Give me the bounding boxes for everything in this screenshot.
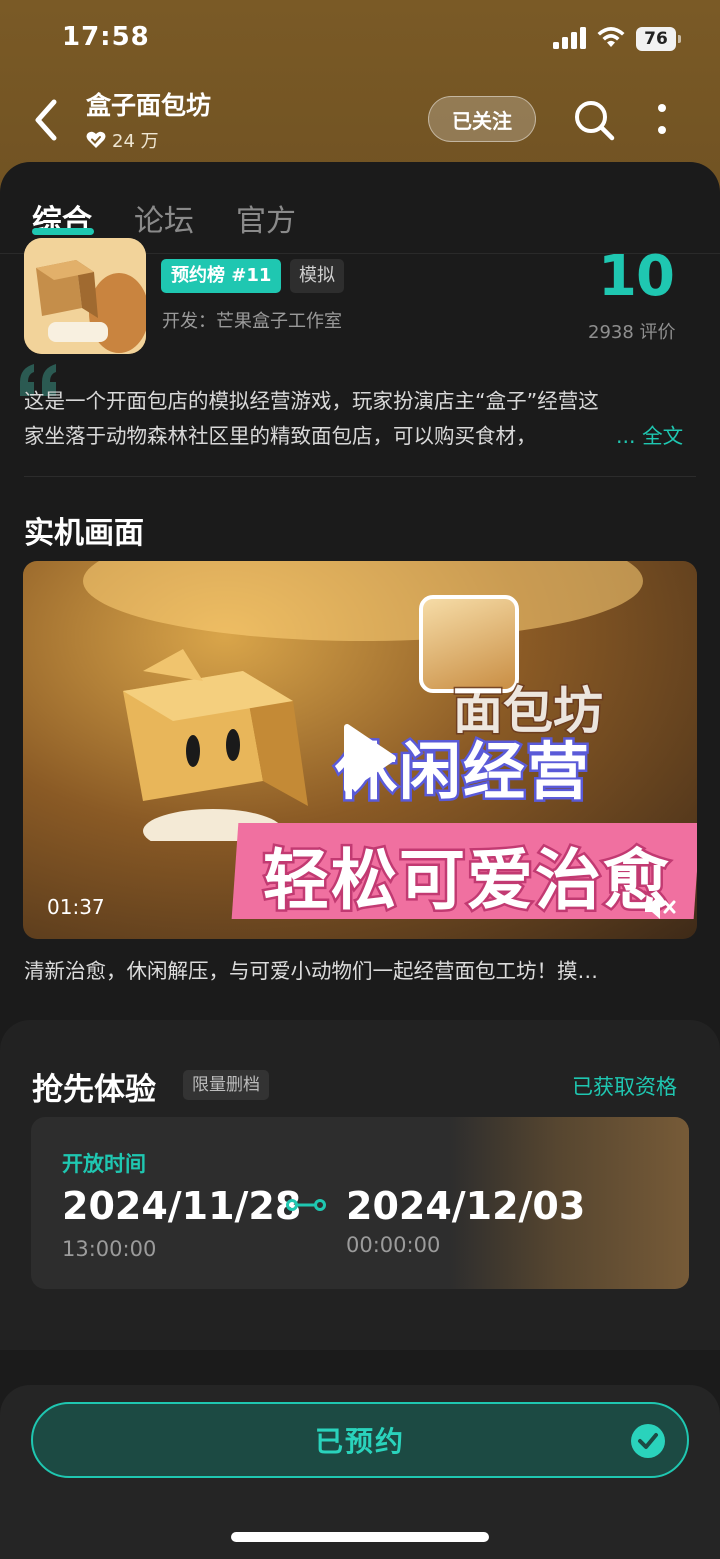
follow-button[interactable]: 已关注 [428, 96, 536, 142]
ranking-badge[interactable]: 预约榜 #11 [161, 259, 282, 293]
divider [24, 476, 696, 477]
search-icon[interactable] [572, 98, 616, 142]
date-range-icon [286, 1199, 326, 1211]
follower-count-value: 24 万 [112, 131, 159, 152]
video-tagline-text: 轻松可爱治愈 [261, 840, 672, 922]
early-access-tag: 限量删档 [183, 1070, 269, 1100]
end-time: 00:00:00 [346, 1233, 441, 1257]
rating-score: 10 [598, 244, 675, 309]
play-icon[interactable] [341, 723, 397, 793]
status-bar: 17:58 76 [0, 0, 720, 80]
box-character-icon [24, 238, 146, 354]
review-count[interactable]: 2938 评价 [588, 318, 676, 344]
reserved-button-label: 已预约 [314, 1425, 405, 1458]
video-duration: 01:37 [47, 895, 105, 919]
more-options-icon[interactable] [650, 98, 674, 142]
start-time: 13:00:00 [62, 1237, 157, 1261]
tab-official[interactable]: 官方 [236, 196, 296, 240]
battery-tip [678, 35, 681, 43]
open-time-label: 开放时间 [62, 1152, 146, 1176]
game-description: 这是一个开面包店的模拟经营游戏，玩家扮演店主“盒子”经营这 [24, 389, 599, 413]
gameplay-video[interactable]: 面包坊 休闲经营 轻松可爱治愈 01:37 [23, 561, 697, 939]
status-time: 17:58 [62, 22, 150, 52]
home-indicator[interactable] [231, 1532, 489, 1542]
end-date: 2024/12/03 [346, 1184, 586, 1228]
read-more-link[interactable]: ... 全文 [616, 419, 683, 454]
screenshots-section-title: 实机画面 [24, 516, 144, 551]
heart-check-icon [86, 131, 106, 148]
back-arrow-icon[interactable] [28, 96, 64, 144]
battery-level: 76 [636, 27, 676, 51]
eligibility-status[interactable]: 已获取资格 [572, 1071, 677, 1101]
check-circle-icon [631, 1424, 665, 1458]
video-lamp-glow [83, 561, 643, 641]
reserved-button[interactable]: 已预约 [31, 1402, 689, 1478]
tab-active-indicator [32, 228, 94, 235]
tab-forum[interactable]: 论坛 [134, 196, 194, 240]
game-description-continued: 家坐落于动物森林社区里的精致面包店，可以购买食材， [24, 424, 537, 448]
early-access-title: 抢先体验 [32, 1072, 156, 1108]
signal-icon [553, 27, 586, 49]
page-title: 盒子面包坊 [86, 91, 212, 120]
developer-label[interactable]: 开发：芒果盒子工作室 [162, 307, 342, 333]
wifi-icon [597, 27, 625, 47]
box-character-illustration [123, 649, 308, 841]
start-date: 2024/11/28 [62, 1184, 302, 1228]
follower-count: 24 万 [86, 127, 159, 153]
mute-icon[interactable] [641, 891, 677, 923]
genre-tag[interactable]: 模拟 [290, 259, 344, 293]
battery-indicator: 76 [636, 27, 682, 51]
video-caption: 清新治愈，休闲解压，与可爱小动物们一起经营面包工坊！摸… [24, 959, 598, 983]
game-icon[interactable] [24, 238, 146, 354]
